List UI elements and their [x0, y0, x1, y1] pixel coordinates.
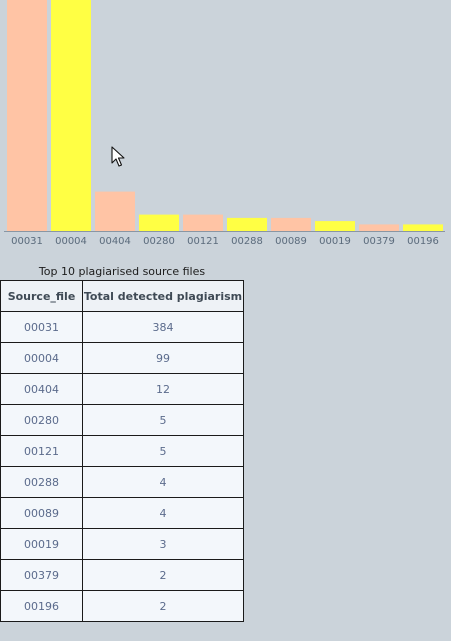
cell-total: 12 — [82, 373, 244, 405]
table-row[interactable]: 00288 4 — [0, 466, 244, 498]
bar-00019[interactable] — [315, 221, 355, 231]
bar-00280[interactable] — [139, 214, 179, 231]
cell-source-file: 00379 — [0, 559, 83, 591]
bar-chart: 00031 00004 00404 00280 00121 00288 00089 00019… — [0, 0, 451, 252]
cell-source-file: 00196 — [0, 590, 83, 622]
x-tick-label: 00280 — [143, 236, 175, 247]
column-header-total-plagiarism[interactable]: Total detected plagiarism — [82, 280, 244, 312]
table-row[interactable]: 00089 4 — [0, 497, 244, 529]
bar-00089[interactable] — [271, 217, 311, 231]
bar-00031[interactable] — [7, 0, 47, 231]
cell-total: 5 — [82, 404, 244, 436]
cell-total: 5 — [82, 435, 244, 467]
mouse-pointer-icon — [111, 146, 125, 167]
plagiarism-table: Source_file Total detected plagiarism 00… — [0, 280, 244, 622]
cell-total: 2 — [82, 559, 244, 591]
x-tick-label: 00196 — [407, 236, 439, 247]
x-tick-label: 00121 — [187, 236, 219, 247]
table-row[interactable]: 00280 5 — [0, 404, 244, 436]
cell-source-file: 00031 — [0, 311, 83, 343]
x-tick-label: 00379 — [363, 236, 395, 247]
x-tick-label: 00288 — [231, 236, 263, 247]
x-tick-label: 00089 — [275, 236, 307, 247]
table-caption: Top 10 plagiarised source files — [38, 265, 206, 278]
table-row[interactable]: 00196 2 — [0, 590, 244, 622]
cell-source-file: 00121 — [0, 435, 83, 467]
bar-chart-svg: 00031 00004 00404 00280 00121 00288 00089 00019… — [4, 0, 445, 247]
table-row[interactable]: 00019 3 — [0, 528, 244, 560]
cell-source-file: 00288 — [0, 466, 83, 498]
table-row[interactable]: 00379 2 — [0, 559, 244, 591]
cell-source-file: 00019 — [0, 528, 83, 560]
bar-00404[interactable] — [95, 191, 135, 231]
cell-source-file: 00404 — [0, 373, 83, 405]
bar-00288[interactable] — [227, 217, 267, 231]
cell-total: 3 — [82, 528, 244, 560]
table-header-row: Source_file Total detected plagiarism — [0, 280, 244, 312]
table-row[interactable]: 00031 384 — [0, 311, 244, 343]
cell-total: 2 — [82, 590, 244, 622]
cell-source-file: 00004 — [0, 342, 83, 374]
cell-total: 384 — [82, 311, 244, 343]
table-row[interactable]: 00004 99 — [0, 342, 244, 374]
table-row[interactable]: 00404 12 — [0, 373, 244, 405]
bar-00121[interactable] — [183, 214, 223, 231]
x-tick-label: 00404 — [99, 236, 131, 247]
bar-00196[interactable] — [403, 224, 443, 231]
x-tick-label: 00019 — [319, 236, 351, 247]
cell-total: 4 — [82, 466, 244, 498]
bar-00004[interactable] — [51, 0, 91, 232]
table-row[interactable]: 00121 5 — [0, 435, 244, 467]
cell-source-file: 00280 — [0, 404, 83, 436]
cell-total: 99 — [82, 342, 244, 374]
x-tick-label: 00031 — [11, 236, 43, 247]
bar-00379[interactable] — [359, 224, 399, 231]
cell-total: 4 — [82, 497, 244, 529]
column-header-source-file[interactable]: Source_file — [0, 280, 83, 312]
cell-source-file: 00089 — [0, 497, 83, 529]
x-tick-label: 00004 — [55, 236, 87, 247]
